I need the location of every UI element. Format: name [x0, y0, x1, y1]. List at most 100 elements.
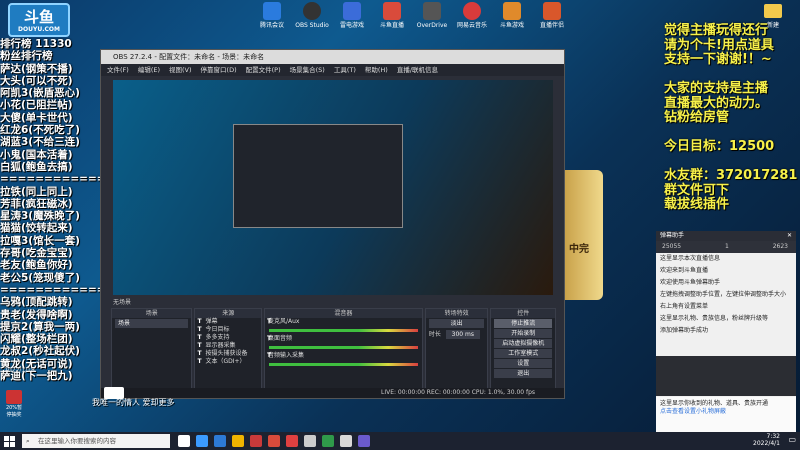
mic-meter[interactable] [268, 329, 418, 332]
chat-footer: 这里显示你收到的礼物、道具、贵族开通 点击查看设置小礼物屏蔽 [656, 397, 796, 433]
notification-icon[interactable]: ▭ [788, 435, 796, 444]
taskbar-app-icon[interactable] [358, 435, 370, 447]
taskbar-app-icon[interactable] [214, 435, 226, 447]
desktop-icon-game[interactable]: 雷电游戏 [335, 2, 369, 29]
windows-icon [3, 435, 15, 447]
chat-footer-link[interactable]: 点击查看设置小礼物屏蔽 [660, 408, 792, 416]
left-overlay-header: 排行榜 11330 [0, 38, 72, 50]
obs-menu-item[interactable]: 文件(F) [107, 66, 129, 74]
right-overlay-line [664, 155, 800, 170]
obs-menu-item[interactable]: 帮助(H) [365, 66, 388, 74]
left-overlay-row: 白狐(鲍鱼去搞) [0, 160, 73, 173]
scene-label: 无场景 [113, 299, 132, 306]
live-companion-icon [543, 2, 561, 20]
left-overlay-subheader: 粉丝排行榜 [0, 50, 53, 63]
left-overlay-row: 湖蓝3(不给三连) [0, 136, 80, 149]
obs-menu-item[interactable]: 编辑(E) [138, 66, 160, 74]
duration-input[interactable]: 300 ms [445, 330, 480, 339]
taskbar-app-icon[interactable] [232, 435, 244, 447]
tencent-meeting-icon [263, 2, 281, 20]
chat-footer-text: 这里显示你收到的礼物、道具、贵族开通 [660, 400, 769, 407]
obs-menu-item[interactable]: 视图(V) [169, 66, 192, 74]
sources-dock: 来源 弹幕今日目标多多支持显示器采集按摄头捕获设备文本（GDI+） [194, 308, 262, 394]
left-overlay-row: ================= [0, 173, 112, 186]
taskbar-search[interactable]: 在这里输入你要搜索的内容 [22, 434, 170, 448]
game-icon [343, 2, 361, 20]
source-item[interactable]: 文本（GDI+） [195, 358, 261, 366]
left-overlay-row: 闪耀(整场栏团) [0, 333, 73, 346]
right-overlay-line: 水友群：372017281 [664, 168, 798, 183]
taskbar-app-icon[interactable] [340, 435, 352, 447]
game-card: 中完 [565, 170, 603, 300]
right-overlay-line [664, 68, 800, 83]
left-overlay-row: 大头(可以不死) [0, 74, 73, 87]
left-overlay-row: 小鬼(国本活着) [0, 148, 73, 161]
desktop-icon-douyu[interactable]: 斗鱼直播 [375, 2, 409, 29]
obs-icon [303, 2, 321, 20]
nested-preview [233, 124, 403, 228]
left-overlay-row: 老公5(笼现傻了) [0, 271, 80, 284]
source-item[interactable]: 显示器采集 [195, 342, 261, 350]
start-button[interactable] [0, 432, 18, 450]
left-overlay-row: 贵老(发得啥啊) [0, 308, 73, 321]
control-button[interactable]: 工作室模式 [494, 349, 552, 358]
desktop-meter[interactable] [268, 346, 418, 349]
scenes-header: 场景 [112, 309, 192, 318]
input-meter[interactable] [268, 363, 418, 366]
right-overlay-line: 支持一下谢谢!！~ [664, 52, 772, 67]
source-item[interactable]: 今日目标 [195, 326, 261, 334]
obs-menu-item[interactable]: 场景集合(S) [290, 66, 325, 74]
source-item[interactable]: 按摄头捕获设备 [195, 350, 261, 358]
left-overlay-row: 存哥(吃金宝宝) [0, 247, 73, 260]
taskbar-app-icon[interactable] [250, 435, 262, 447]
controls-header: 控件 [491, 309, 555, 318]
folder-icon [764, 4, 782, 18]
left-overlay-row: 老友(鲍鱼你好) [0, 259, 73, 272]
desktop-icon-music[interactable]: 网易云音乐 [455, 2, 489, 29]
source-item[interactable]: 多多支持 [195, 334, 261, 342]
taskbar-app-icon[interactable] [196, 435, 208, 447]
control-button[interactable]: 退出 [494, 369, 552, 378]
douyu-icon [383, 2, 401, 20]
close-icon[interactable]: ✕ [787, 231, 792, 241]
transition-select[interactable]: 淡出 [428, 319, 485, 328]
obs-menubar: 文件(F) 编辑(E) 视图(V) 停靠窗口(D) 配置文件(P) 场景集合(S) 工具(T… [101, 64, 564, 76]
taskbar-app-icon[interactable] [304, 435, 316, 447]
desktop-icon-tencent-meeting[interactable]: 腾讯会议 [255, 2, 289, 29]
right-overlay-line: 载拔线插件 [664, 197, 730, 212]
control-button[interactable]: 设置 [494, 359, 552, 368]
desktop-icon-obs[interactable]: OBS Studio [295, 2, 329, 29]
transitions-dock: 转场特效 淡出 时长 300 ms [424, 308, 489, 394]
source-item[interactable]: 弹幕 [195, 318, 261, 326]
obs-window: OBS 27.2.4 - 配置文件：未命名 - 场景：未命名 文件(F) 编辑(E… [100, 49, 565, 399]
left-overlay-row: 小花(已阻拦帖) [0, 99, 73, 112]
taskbar-app-icon[interactable] [268, 435, 280, 447]
scene-item[interactable]: 场景 [115, 319, 189, 328]
control-button[interactable]: 开始录制 [494, 329, 552, 338]
left-overlay-row: 龙叔2(秒社起伏) [0, 345, 80, 358]
obs-menu-item[interactable]: 直播/联机信息 [397, 66, 438, 74]
obs-preview[interactable] [113, 80, 553, 295]
control-button[interactable]: 停止推流 [494, 319, 552, 328]
transitions-header: 转场特效 [425, 309, 488, 318]
right-overlay-line: 钻粉给房管 [664, 110, 730, 125]
taskbar-app-icon[interactable] [286, 435, 298, 447]
obs-menu-item[interactable]: 配置文件(P) [246, 66, 281, 74]
desktop-icon-douyu-game[interactable]: 斗鱼游戏 [495, 2, 529, 29]
obs-menu-item[interactable]: 工具(T) [334, 66, 356, 74]
desktop-icon-overdrive[interactable]: OverDrive [415, 2, 449, 29]
chat-header: 弹幕助手 ✕ [656, 231, 796, 241]
taskbar-app-icon[interactable] [322, 435, 334, 447]
desktop-icon-live-companion[interactable]: 直播伴侣 [535, 2, 569, 29]
left-overlay-row: 拉铁(同上同上) [0, 185, 73, 198]
gift-count: 2623 [772, 243, 788, 250]
chat-message: 欢迎使用斗鱼弹幕助手 [660, 279, 721, 286]
obs-menu-item[interactable]: 停靠窗口(D) [201, 66, 237, 74]
sources-header: 来源 [195, 309, 261, 318]
obs-titlebar: OBS 27.2.4 - 配置文件：未命名 - 场景：未命名 [101, 50, 564, 64]
system-clock[interactable]: 7:32 2022/4/1 [753, 433, 780, 447]
taskbar-app-icon[interactable] [178, 435, 190, 447]
control-button[interactable]: 启动虚拟摄像机 [494, 339, 552, 348]
side-app-icon[interactable]: 20%暂停抽奖 [4, 390, 24, 418]
chat-message: 这里显示本次直播信息 [660, 255, 721, 262]
